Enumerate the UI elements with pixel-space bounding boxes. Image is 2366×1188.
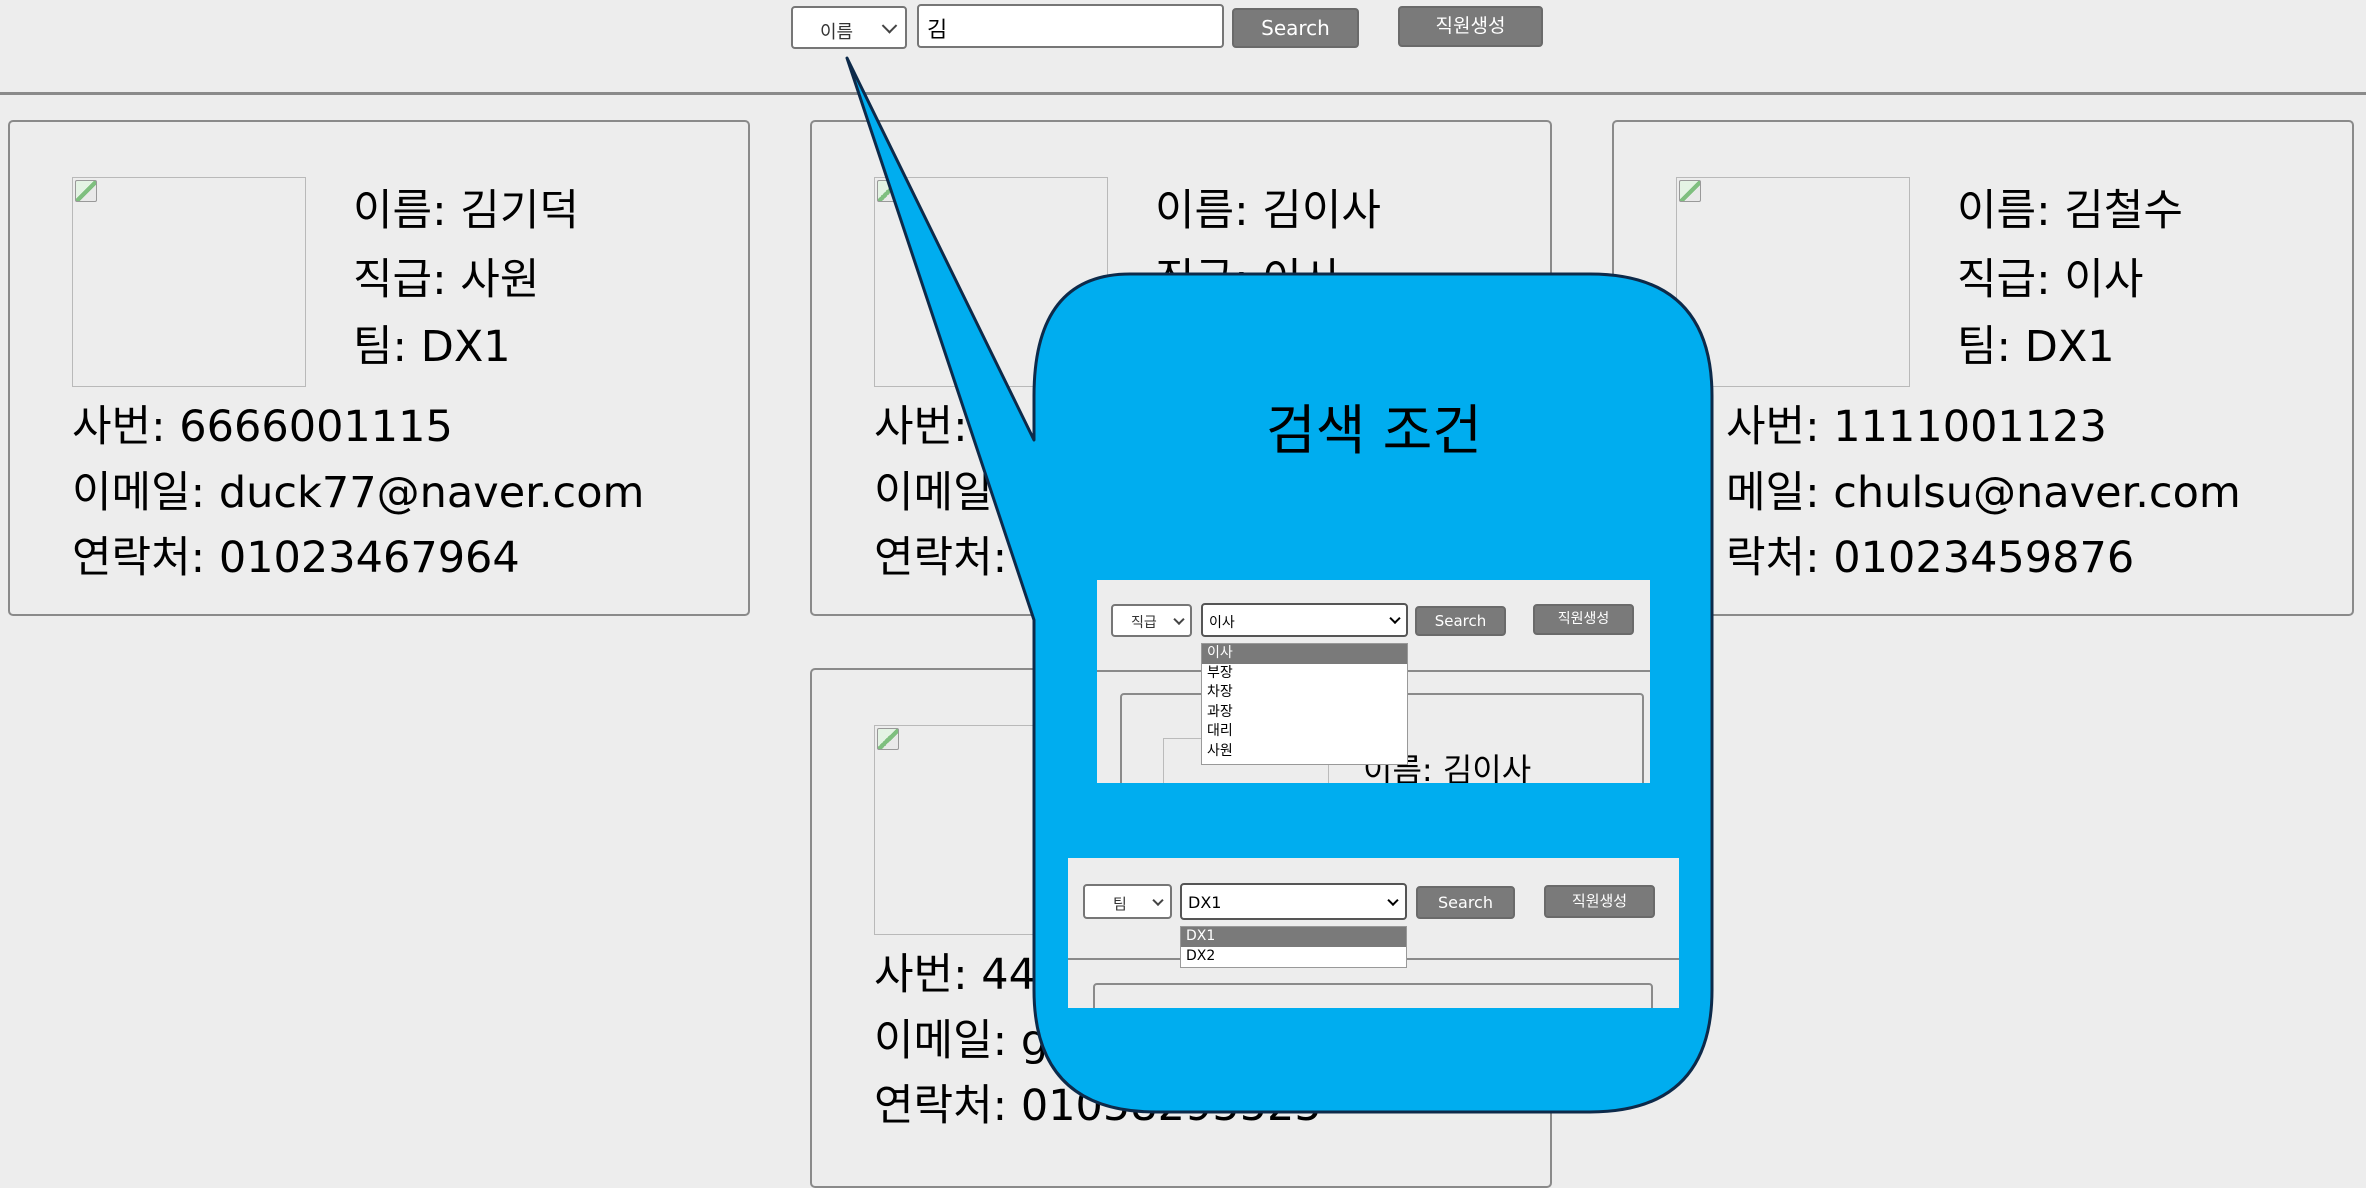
- employee-team: 팀: DX1: [353, 322, 511, 372]
- employee-email: 이메일: [874, 468, 993, 518]
- chevron-down-icon: [1152, 894, 1164, 906]
- team-value-select[interactable]: DX1: [1180, 883, 1407, 920]
- employee-phone: 락처: 01023459876: [1726, 533, 2135, 583]
- search-toolbar: 이름 김 Search 직원생성: [0, 0, 2366, 95]
- employee-photo: [1676, 177, 1910, 387]
- search-input[interactable]: 김: [917, 4, 1224, 48]
- employee-name: 이름: 김이사: [1155, 186, 1381, 236]
- employee-number: 사번:: [874, 402, 968, 452]
- employee-photo: [874, 177, 1108, 387]
- rank-option[interactable]: 대리: [1202, 722, 1407, 742]
- chevron-down-icon: [1387, 894, 1399, 906]
- team-options-dropdown[interactable]: DX1 DX2: [1180, 926, 1407, 968]
- rank-option[interactable]: 부장: [1202, 664, 1407, 684]
- create-employee-button[interactable]: 직원생성: [1544, 885, 1655, 918]
- employee-card[interactable]: 이름: 김이사 직급: 이사 사번: 이메일 연락처:: [810, 120, 1552, 616]
- rank-filter-select[interactable]: 직급: [1111, 604, 1192, 637]
- employee-phone: 연락처: 01058295525: [874, 1081, 1322, 1131]
- chevron-down-icon: [1389, 612, 1401, 625]
- create-employee-button[interactable]: 직원생성: [1533, 604, 1634, 635]
- search-filter-select[interactable]: 이름: [791, 6, 907, 49]
- callout-title: 검색 조건: [1266, 399, 1482, 462]
- broken-image-icon: [877, 180, 899, 202]
- search-button[interactable]: Search: [1232, 8, 1359, 48]
- employee-number: 사번: 44: [874, 950, 1036, 1000]
- employee-phone: 연락처:: [874, 533, 1008, 583]
- team-option[interactable]: DX2: [1181, 947, 1406, 967]
- rank-option[interactable]: 차장: [1202, 683, 1407, 703]
- employee-photo: [72, 177, 306, 387]
- employee-team: 팀: DX1: [1957, 322, 2115, 372]
- team-filter-example: 팀 DX1 Search 직원생성 DX1 DX2: [1068, 858, 1679, 1008]
- rank-option[interactable]: 이사: [1202, 644, 1407, 664]
- employee-name: 이름: 김철수: [1957, 186, 2183, 236]
- rank-filter-example: 직급 이사 Search 직원생성 이름: 김이사 이사 부장 차장 과장 대리…: [1097, 580, 1650, 783]
- chevron-down-icon: [881, 17, 898, 34]
- employee-number: 사번: 1111001123: [1726, 402, 2107, 452]
- team-filter-select[interactable]: 팀: [1083, 884, 1172, 919]
- employee-card[interactable]: 이름: 김기덕 직급: 사원 팀: DX1 사번: 6666001115 이메일…: [8, 120, 750, 616]
- employee-email: 메일: chulsu@naver.com: [1726, 468, 2241, 518]
- rank-option[interactable]: 과장: [1202, 703, 1407, 723]
- chevron-down-icon: [1173, 613, 1185, 625]
- employee-rank: 직급: 이사: [1957, 255, 2144, 305]
- rank-value-select[interactable]: 이사: [1201, 603, 1408, 637]
- broken-image-icon: [877, 728, 899, 750]
- rank-value-select-label: 이사: [1209, 615, 1235, 631]
- create-employee-button[interactable]: 직원생성: [1398, 6, 1543, 47]
- team-value-select-label: DX1: [1188, 893, 1222, 912]
- broken-image-icon: [1679, 180, 1701, 202]
- broken-image-icon: [75, 180, 97, 202]
- employee-name: 이름: 김기덕: [353, 186, 579, 236]
- team-filter-select-label: 팀: [1113, 895, 1127, 913]
- employee-phone: 연락처: 01023467964: [72, 533, 520, 583]
- search-button[interactable]: Search: [1416, 886, 1515, 919]
- employee-card: [1093, 983, 1653, 1008]
- employee-rank: 직급: 이사: [1155, 255, 1342, 305]
- employee-email: 이메일: duck77@naver.com: [72, 468, 645, 518]
- rank-options-dropdown[interactable]: 이사 부장 차장 과장 대리 사원: [1201, 643, 1408, 765]
- employee-number: 사번: 6666001115: [72, 402, 453, 452]
- employee-rank: 직급: 사원: [353, 255, 540, 305]
- search-filter-select-label: 이름: [820, 22, 854, 43]
- rank-option[interactable]: 사원: [1202, 742, 1407, 762]
- employee-email: 이메일: g: [874, 1016, 1049, 1066]
- search-button[interactable]: Search: [1415, 606, 1506, 636]
- employee-card[interactable]: 이름: 김철수 직급: 이사 팀: DX1 사번: 1111001123 메일:…: [1612, 120, 2354, 616]
- rank-filter-select-label: 직급: [1131, 615, 1157, 631]
- team-option[interactable]: DX1: [1181, 927, 1406, 947]
